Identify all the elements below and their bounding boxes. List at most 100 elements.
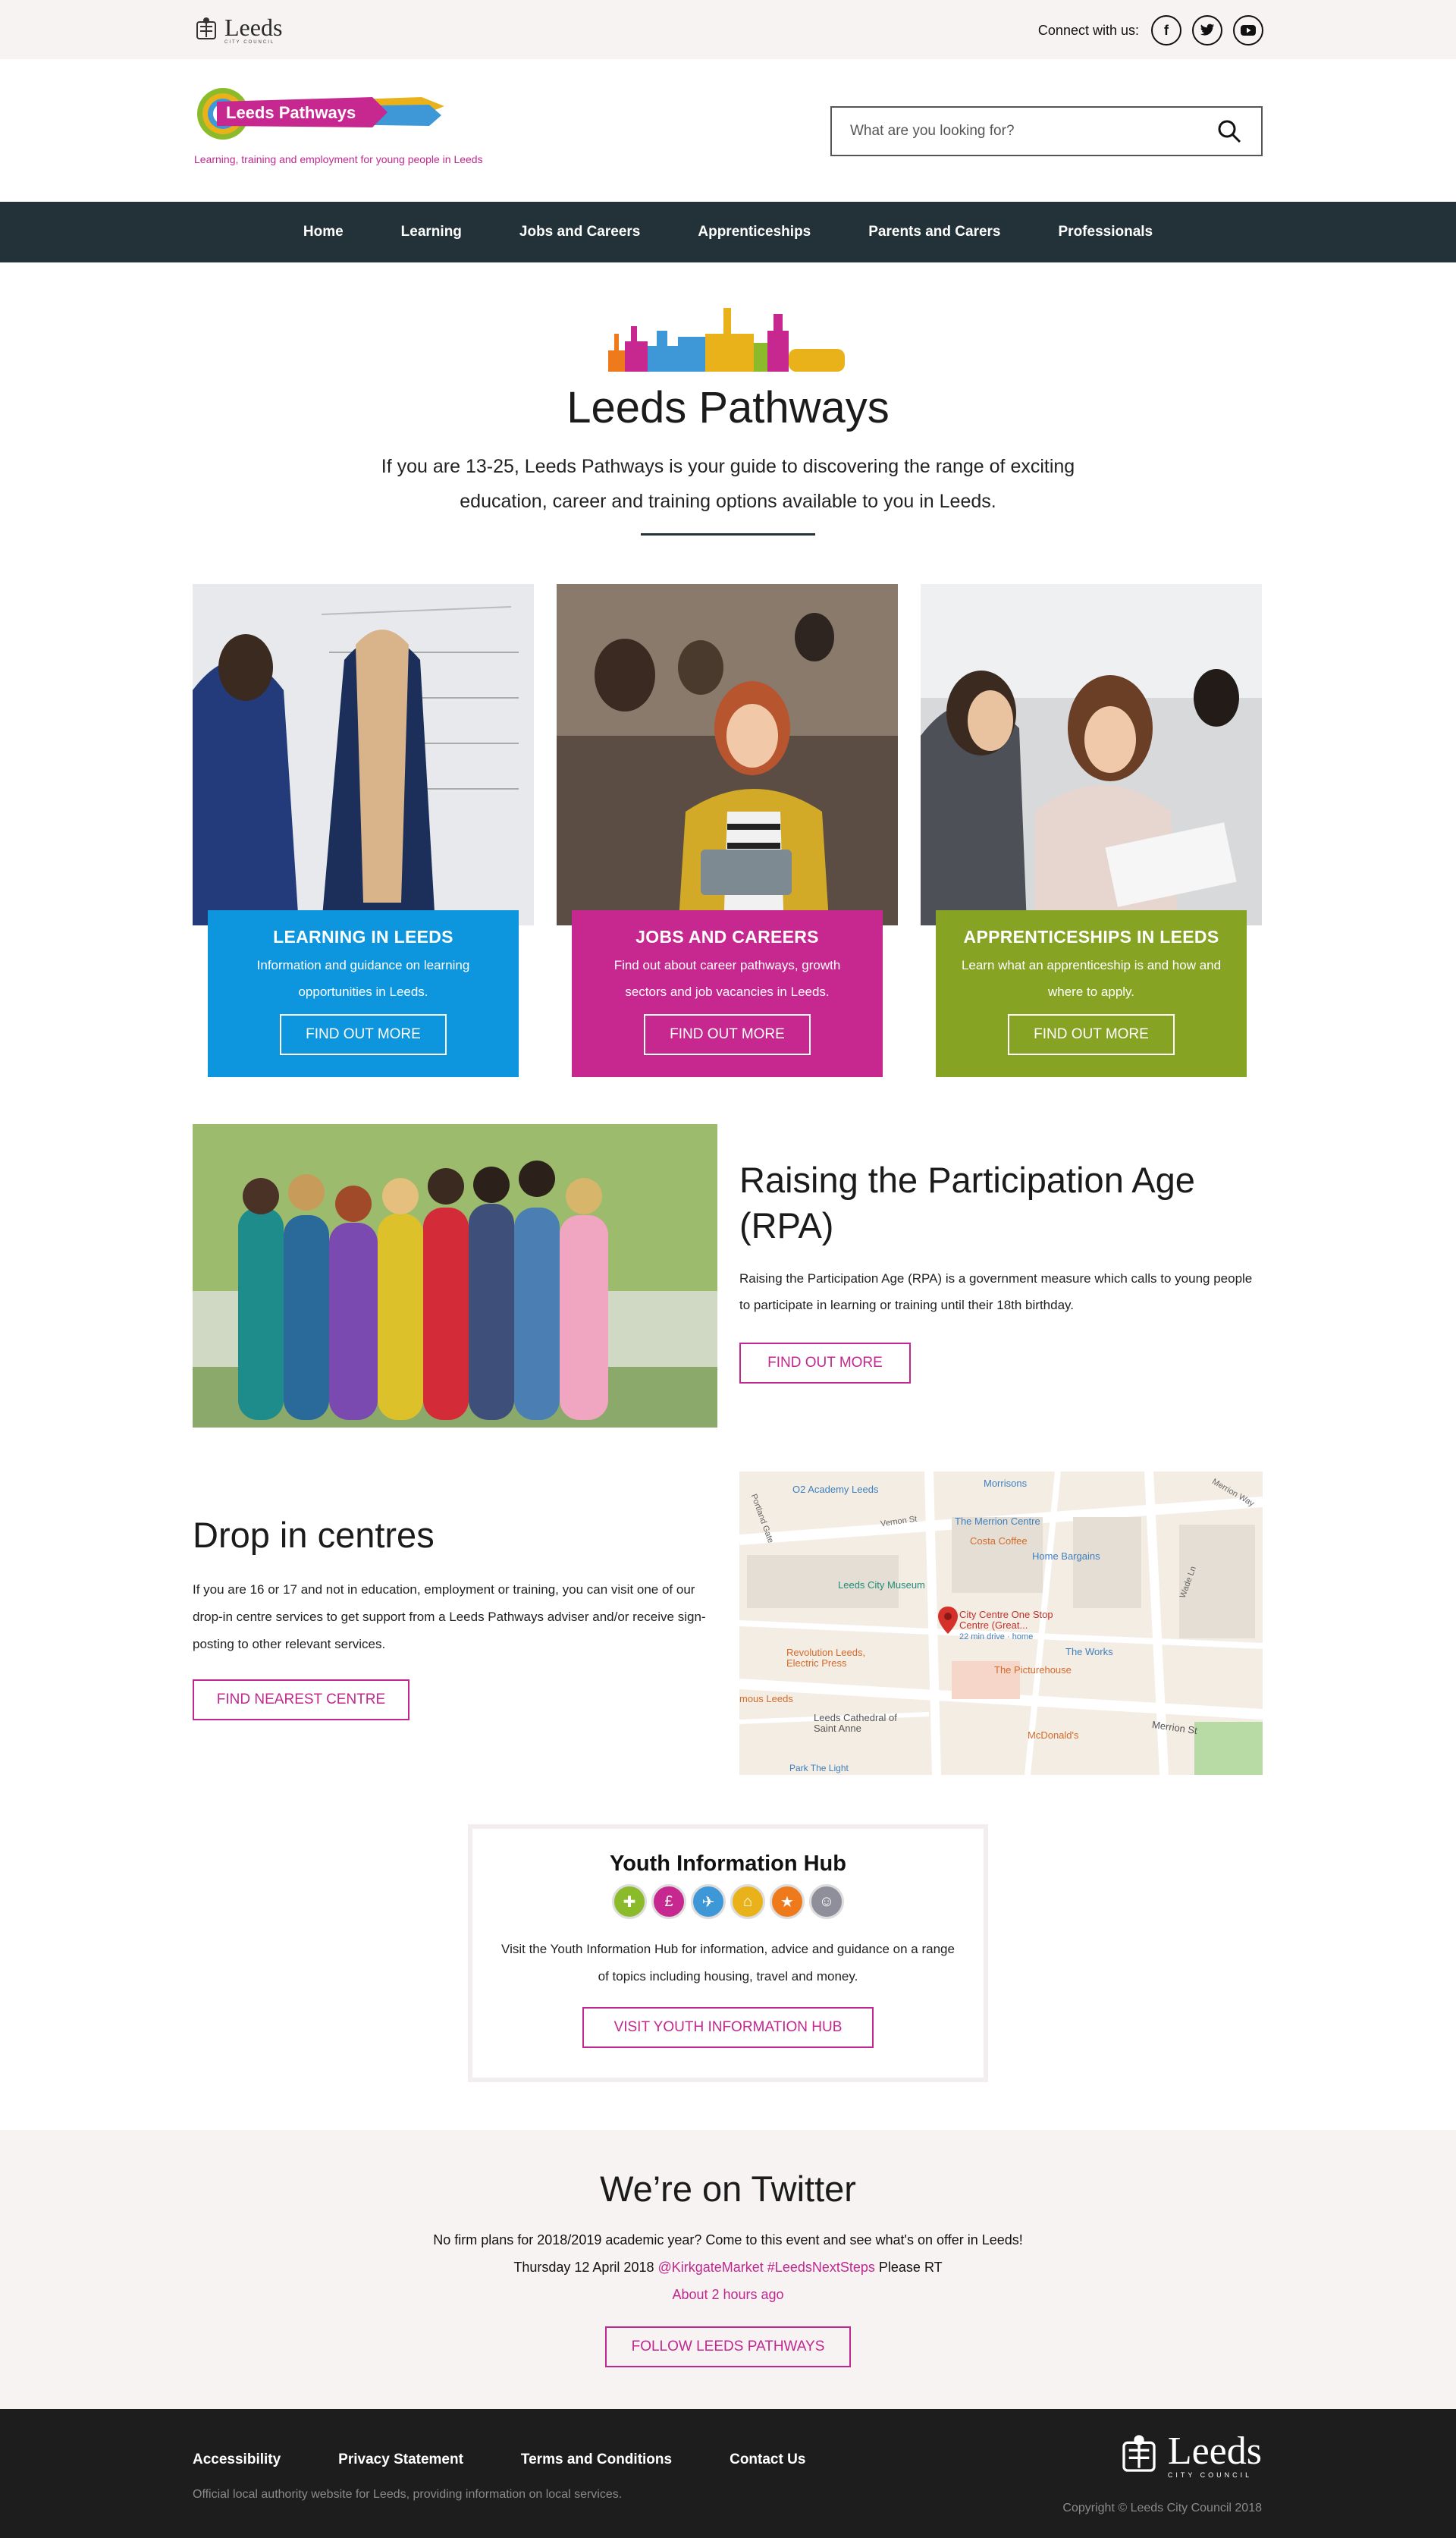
logo-text: Leeds Pathways (226, 103, 356, 122)
learning-photo (193, 584, 534, 925)
card-jobs-box: JOBS AND CAREERS Find out about career p… (572, 910, 883, 1077)
map-label-works: The Works (1065, 1646, 1113, 1657)
council-logo-subtext: CITY COUNCIL (224, 39, 275, 45)
map-label-morrisons: Morrisons (984, 1478, 1028, 1489)
card-apprenticeships-desc: Learn what an apprenticeship is and how … (961, 958, 1222, 999)
search-input[interactable] (850, 123, 1216, 140)
map-label-picturehouse: The Picturehouse (994, 1664, 1072, 1676)
hub-title: Youth Information Hub (610, 1852, 846, 1876)
drop-in-title: Drop in centres (193, 1515, 435, 1555)
jobs-photo (557, 584, 898, 925)
footer-council-logo[interactable]: Leeds CITY COUNCIL (1116, 2432, 1262, 2479)
apprenticeships-photo (921, 584, 1262, 925)
card-jobs-title: JOBS AND CAREERS (635, 927, 819, 947)
facebook-icon[interactable]: f (1151, 15, 1181, 46)
copyright: Copyright © Leeds City Council 2018 (1062, 2502, 1262, 2514)
search-button[interactable] (1216, 118, 1243, 145)
map-label-o2: O2 Academy Leeds (792, 1484, 879, 1495)
card-jobs-desc: Find out about career pathways, growth s… (613, 958, 841, 999)
search-icon (1218, 120, 1241, 143)
page-title: Leeds Pathways (566, 383, 890, 432)
tweet-line-2-suffix: Please RT (874, 2260, 943, 2275)
footer-crest-icon (1122, 2435, 1156, 2472)
footer-logo-text: Leeds (1167, 2430, 1262, 2473)
card-apprenticeships: APPRENTICESHIPS IN LEEDS Learn what an a… (921, 584, 1262, 1077)
twitter-title: We’re on Twitter (600, 2169, 856, 2209)
people-icon: ☺ (809, 1884, 844, 1919)
map-label-revolution: Revolution Leeds, Electric Press (786, 1647, 866, 1669)
tweet-text: No firm plans for 2018/2019 academic yea… (0, 2226, 1456, 2281)
footer-link-privacy[interactable]: Privacy Statement (338, 2452, 463, 2468)
rpa-group-photo (193, 1124, 717, 1428)
map-label-museum: Leeds City Museum (838, 1579, 925, 1591)
header-tagline: Learning, training and employment for yo… (194, 153, 483, 165)
centre-map[interactable]: O2 Academy Leeds Morrisons The Merrion C… (739, 1472, 1263, 1775)
nav-jobs-and-careers[interactable]: Jobs and Careers (491, 224, 669, 240)
card-learning-title: LEARNING IN LEEDS (273, 927, 453, 947)
twitter-icon[interactable] (1192, 15, 1222, 46)
follow-leeds-pathways-button[interactable]: FOLLOW LEEDS PATHWAYS (605, 2326, 851, 2367)
tweet-line-1: No firm plans for 2018/2019 academic yea… (433, 2232, 1023, 2247)
footer-logo-subtext: CITY COUNCIL (1167, 2471, 1253, 2479)
intro-divider (641, 533, 815, 536)
search-box (830, 106, 1263, 156)
map-pin-icon[interactable] (938, 1607, 958, 1634)
tweet-line-2: Thursday 12 April 2018 @KirkgateMarket #… (0, 2254, 1456, 2281)
leeds-city-council-logo[interactable]: Leeds CITY COUNCIL (193, 13, 283, 45)
find-nearest-centre-button[interactable]: FIND NEAREST CENTRE (193, 1679, 410, 1720)
map-label-costa: Costa Coffee (970, 1535, 1028, 1547)
activities-icon: ★ (770, 1884, 805, 1919)
card-jobs-button[interactable]: FIND OUT MORE (644, 1014, 811, 1055)
map-label-park: Park The Light (789, 1763, 849, 1773)
tweet-mentions-link[interactable]: @KirkgateMarket #LeedsNextSteps (657, 2260, 874, 2275)
connect-label: Connect with us: (1037, 22, 1139, 38)
health-icon: ✚ (612, 1884, 647, 1919)
site-header: Leeds Pathways Learning, training and em… (0, 59, 1456, 202)
nav-parents-and-carers[interactable]: Parents and Carers (839, 224, 1029, 240)
footer-note: Official local authority website for Lee… (193, 2488, 623, 2501)
footer-link-accessibility[interactable]: Accessibility (193, 2452, 281, 2468)
map-label-pin: City Centre One Stop Centre (Great... (959, 1609, 1053, 1631)
intro-text: If you are 13-25, Leeds Pathways is your… (381, 456, 1075, 512)
card-learning: LEARNING IN LEEDS Information and guidan… (193, 584, 534, 1077)
footer-links: Accessibility Privacy Statement Terms an… (193, 2452, 863, 2468)
footer-link-contact[interactable]: Contact Us (730, 2452, 805, 2468)
visit-youth-hub-button[interactable]: VISIT YOUTH INFORMATION HUB (582, 2007, 874, 2048)
social-links: Connect with us: f (1038, 15, 1263, 46)
map-label-home-bargains: Home Bargains (1032, 1550, 1100, 1562)
drop-in-text: If you are 16 or 17 and not in education… (193, 1582, 706, 1651)
council-logo-text: Leeds (224, 13, 283, 41)
youth-information-hub: Youth Information Hub ✚ £ ✈ ⌂ ★ ☺ Visit … (468, 1824, 988, 2082)
nav-professionals[interactable]: Professionals (1030, 224, 1182, 240)
card-learning-desc: Information and guidance on learning opp… (256, 958, 470, 999)
map-label-mous: mous Leeds (739, 1693, 793, 1704)
tweet-timestamp-link[interactable]: About 2 hours ago (672, 2287, 783, 2302)
card-apprenticeships-button[interactable]: FIND OUT MORE (1008, 1014, 1175, 1055)
rpa-find-out-more-button[interactable]: FIND OUT MORE (739, 1343, 911, 1384)
card-apprenticeships-box: APPRENTICESHIPS IN LEEDS Learn what an a… (936, 910, 1247, 1077)
map-label-mcdonalds: McDonald's (1028, 1729, 1079, 1741)
map-label-cathedral: Leeds Cathedral of Saint Anne (814, 1712, 897, 1734)
hub-icon-row: ✚ £ ✈ ⌂ ★ ☺ (472, 1884, 984, 1919)
top-bar: Leeds CITY COUNCIL Connect with us: f (0, 0, 1456, 59)
nav-apprenticeships[interactable]: Apprenticeships (669, 224, 839, 240)
card-learning-box: LEARNING IN LEEDS Information and guidan… (208, 910, 519, 1077)
twitter-section: We’re on Twitter No firm plans for 2018/… (0, 2130, 1456, 2409)
card-learning-button[interactable]: FIND OUT MORE (280, 1014, 447, 1055)
youtube-icon[interactable] (1233, 15, 1263, 46)
rpa-text: Raising the Participation Age (RPA) is a… (739, 1271, 1253, 1312)
main-nav: Home Learning Jobs and Careers Apprentic… (0, 202, 1456, 262)
footer-link-terms[interactable]: Terms and Conditions (521, 2452, 672, 2468)
rpa-title: Raising the Participation Age (RPA) (739, 1160, 1195, 1245)
council-crest-icon (196, 17, 216, 39)
nav-learning[interactable]: Learning (372, 224, 491, 240)
housing-icon: ⌂ (730, 1884, 765, 1919)
money-icon: £ (651, 1884, 686, 1919)
nav-home[interactable]: Home (275, 224, 372, 240)
leeds-skyline-illustration (608, 308, 845, 372)
map-label-pin-sub: 22 min drive · home (959, 1632, 1034, 1641)
tweet-line-2-prefix: Thursday 12 April 2018 (513, 2260, 658, 2275)
card-apprenticeships-title: APPRENTICESHIPS IN LEEDS (963, 927, 1219, 947)
map-label-merrion-centre: The Merrion Centre (955, 1516, 1040, 1527)
youtube-play-icon (1241, 25, 1256, 36)
